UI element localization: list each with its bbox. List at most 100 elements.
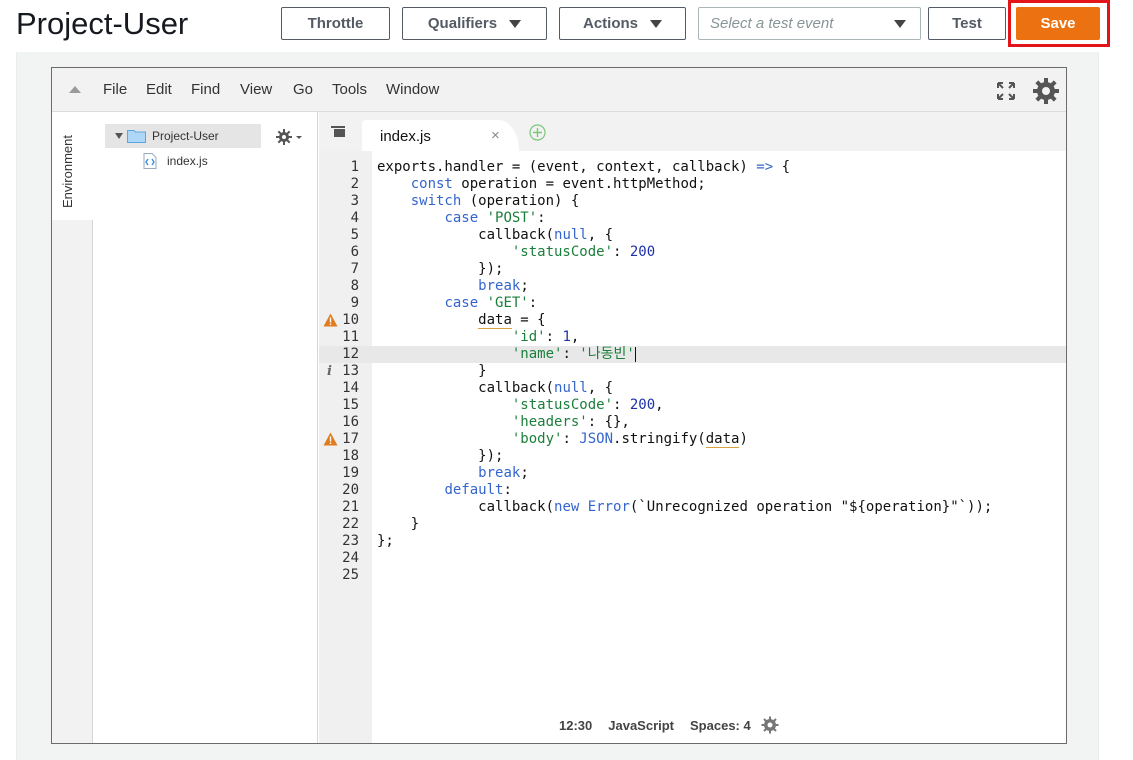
line-number: 16 [342, 414, 359, 430]
line-number: 25 [342, 567, 359, 583]
throttle-label: Throttle [307, 15, 364, 32]
line-number: 13 [342, 363, 359, 379]
line-number: 10 [342, 312, 359, 328]
collapse-triangle-icon[interactable] [69, 86, 81, 93]
line-number: 4 [350, 210, 359, 226]
menu-tools[interactable]: Tools [332, 81, 367, 98]
line-number: 20 [342, 482, 359, 498]
test-event-placeholder: Select a test event [710, 15, 834, 32]
line-number: 5 [350, 227, 359, 243]
expand-triangle-icon[interactable] [115, 133, 123, 139]
code-line: 14 callback(null, { [319, 380, 1066, 397]
menu-go[interactable]: Go [293, 81, 313, 98]
line-number: 22 [342, 516, 359, 532]
code-line: 24 [319, 550, 1066, 567]
code-line: 23}; [319, 533, 1066, 550]
caret-down-icon [650, 19, 662, 28]
page-title: Project-User [16, 6, 189, 41]
code-line: 8 break; [319, 278, 1066, 295]
code-line: 15 'statusCode': 200, [319, 397, 1066, 414]
line-number: 24 [342, 550, 359, 566]
tab-index-js[interactable]: index.js × [362, 120, 519, 151]
code-line: 4 case 'POST': [319, 210, 1066, 227]
qualifiers-label: Qualifiers [427, 15, 498, 32]
menu-file[interactable]: File [103, 81, 127, 98]
line-number: 7 [350, 261, 359, 277]
test-button[interactable]: Test [928, 7, 1006, 40]
text-cursor [634, 346, 636, 362]
code-line: 7 }); [319, 261, 1066, 278]
menu-edit[interactable]: Edit [146, 81, 172, 98]
code-line: 19 break; [319, 465, 1066, 482]
tree-root-label: Project-User [152, 129, 219, 143]
code-line: 5 callback(null, { [319, 227, 1066, 244]
code-editor[interactable]: 1 exports.handler = (event, context, call… [319, 151, 1066, 743]
editor-tab-bar: index.js × [319, 112, 1066, 151]
line-number: 9 [350, 295, 359, 311]
actions-dropdown[interactable]: Actions [559, 7, 686, 40]
tree-root-folder[interactable]: Project-User [105, 124, 261, 148]
code-line: 6 'statusCode': 200 [319, 244, 1066, 261]
code-line-active: 12 'name': '나동빈' [319, 346, 1066, 363]
save-label: Save [1040, 15, 1076, 32]
code-line: 17 'body': JSON.stringify(data) [319, 431, 1066, 448]
code-lines: 1 exports.handler = (event, context, call… [319, 159, 1066, 584]
line-number: 21 [342, 499, 359, 515]
line-number: 19 [342, 465, 359, 481]
test-event-select[interactable]: Select a test event [698, 7, 921, 40]
code-line: 1 exports.handler = (event, context, call… [319, 159, 1066, 176]
actions-label: Actions [582, 15, 638, 32]
line-number: 1 [350, 159, 359, 175]
tree-settings-icon[interactable] [275, 128, 303, 146]
folder-icon [127, 130, 146, 143]
tree-file-label: index.js [167, 154, 208, 168]
throttle-button[interactable]: Throttle [281, 7, 390, 40]
save-button[interactable]: Save [1016, 7, 1100, 40]
code-line: 3 switch (operation) { [319, 193, 1066, 210]
code-line: 20 default: [319, 482, 1066, 499]
line-number: 3 [350, 193, 359, 209]
ide-menu-bar: File Edit Find View Go Tools Window [52, 68, 1066, 112]
tab-label: index.js [380, 128, 431, 145]
line-number: 15 [342, 397, 359, 413]
line-number: 11 [342, 329, 359, 345]
line-number: 8 [350, 278, 359, 294]
js-file-icon [143, 153, 157, 169]
qualifiers-dropdown[interactable]: Qualifiers [402, 7, 547, 40]
test-label: Test [952, 15, 982, 32]
file-tree: Project-User index.js [93, 112, 318, 743]
tab-list-icon[interactable] [331, 126, 345, 137]
fullscreen-icon[interactable] [996, 81, 1016, 101]
menu-window[interactable]: Window [386, 81, 439, 98]
code-line: 25 [319, 567, 1066, 584]
line-number: 17 [342, 431, 359, 447]
environment-label: Environment [60, 135, 75, 208]
line-number: 23 [342, 533, 359, 549]
menu-find[interactable]: Find [191, 81, 220, 98]
add-tab-icon[interactable] [529, 124, 546, 141]
cursor-position[interactable]: 12:30 [559, 718, 592, 733]
code-line: 9 case 'GET': [319, 295, 1066, 312]
language-mode[interactable]: JavaScript [608, 718, 674, 733]
line-number: 12 [342, 346, 359, 362]
tree-file-index-js[interactable]: index.js [143, 152, 208, 170]
menu-view[interactable]: View [240, 81, 272, 98]
line-number: 2 [350, 176, 359, 192]
code-line: 10 data = { [319, 312, 1066, 329]
caret-down-icon [894, 20, 906, 28]
code-line: 22 } [319, 516, 1066, 533]
top-bar: Project-User Throttle Qualifiers Actions… [0, 0, 1133, 52]
code-line: 18 }); [319, 448, 1066, 465]
caret-down-icon [509, 19, 522, 28]
code-editor-ide: File Edit Find View Go Tools Window Envi… [51, 67, 1067, 744]
code-line: 21 callback(new Error(`Unrecognized oper… [319, 499, 1066, 516]
close-icon[interactable]: × [491, 127, 500, 144]
editor-settings-icon[interactable] [761, 716, 779, 734]
line-number: 14 [342, 380, 359, 396]
line-number: 6 [350, 244, 359, 260]
editor-status-bar: 12:30 JavaScript Spaces: 4 [559, 715, 779, 735]
indent-setting[interactable]: Spaces: 4 [690, 718, 751, 733]
code-line: 2 const operation = event.httpMethod; [319, 176, 1066, 193]
settings-gear-icon[interactable] [1032, 77, 1060, 105]
code-line: 11 'id': 1, [319, 329, 1066, 346]
